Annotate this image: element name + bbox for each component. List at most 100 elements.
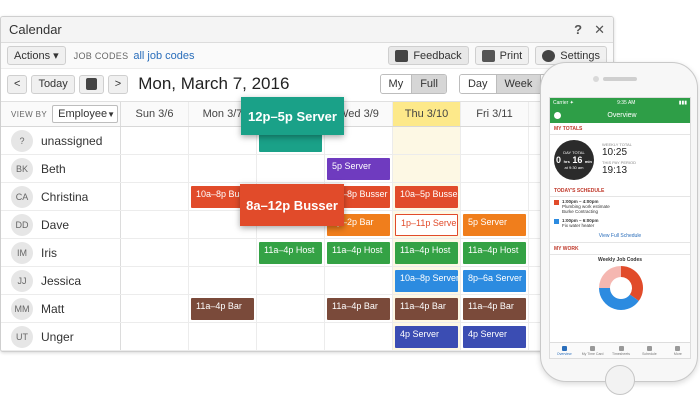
schedule-item[interactable]: 1:00pm – 6:00pm Fix water heater	[550, 216, 690, 230]
shift-block[interactable]: 11a–4p Host	[395, 242, 458, 264]
close-button[interactable]: ✕	[594, 22, 605, 38]
schedule-list: 1:00pm – 4:00pm Plumbing work estimate Bur…	[550, 197, 690, 230]
schedule-cell[interactable]	[121, 155, 189, 182]
dragged-shift-busser[interactable]: 8a–12p Busser	[240, 184, 344, 226]
schedule-item[interactable]: 1:00pm – 4:00pm Plumbing work estimate Bur…	[550, 197, 690, 216]
job-codes-chart	[550, 263, 690, 325]
schedule-cell[interactable]	[121, 295, 189, 322]
schedule-cell[interactable]: 11a–4p Bar	[189, 295, 257, 322]
schedule-cell[interactable]: 11a–4p Bar	[325, 295, 393, 322]
next-button[interactable]: >	[107, 74, 129, 94]
schedule-cell[interactable]: 1p–11p Server	[393, 211, 461, 238]
shift-block[interactable]: 11a–4p Host	[327, 242, 390, 264]
view-by-label: VIEW BY	[11, 109, 48, 119]
shift-block[interactable]: 4p Server	[395, 326, 458, 348]
shift-block[interactable]: 11a–4p Bar	[191, 298, 254, 320]
tab-overview[interactable]: Overview	[550, 343, 578, 358]
shift-block[interactable]: 4p Server	[463, 326, 526, 348]
schedule-cell[interactable]	[461, 155, 529, 182]
schedule-cell[interactable]	[189, 239, 257, 266]
schedule-cell[interactable]: 10a–8p Server	[393, 267, 461, 294]
schedule-cell[interactable]	[257, 155, 325, 182]
actions-dropdown[interactable]: Actions ▾	[7, 46, 66, 65]
print-button[interactable]: Print	[474, 46, 530, 65]
day-header[interactable]: Thu 3/10	[393, 102, 461, 126]
schedule-cell[interactable]: 11a–4p Host	[325, 239, 393, 266]
shift-block[interactable]: 10a–5p Busser	[395, 186, 458, 208]
job-codes-link[interactable]: all job codes	[133, 50, 194, 62]
shift-block[interactable]: 11a–4p Host	[463, 242, 526, 264]
schedule-cell[interactable]	[121, 127, 189, 154]
shift-block[interactable]: 1p–11p Server	[395, 214, 458, 236]
shift-block[interactable]: 11a–4p Host	[259, 242, 322, 264]
schedule-cell[interactable]: 11a–4p Bar	[393, 295, 461, 322]
employee-name: Jessica	[41, 273, 82, 288]
schedule-cell[interactable]	[461, 127, 529, 154]
my-work-title: MY WORK	[550, 243, 690, 255]
scope-full[interactable]: Full	[412, 75, 446, 93]
shift-block[interactable]: 11a–4p Bar	[463, 298, 526, 320]
avatar: BK	[11, 157, 33, 180]
schedule-cell[interactable]: 10a–5p Busser	[393, 183, 461, 210]
schedule-cell[interactable]	[189, 155, 257, 182]
view-by-select[interactable]: Employee ▼	[52, 105, 119, 123]
view-week[interactable]: Week	[496, 75, 542, 93]
feedback-button[interactable]: Feedback	[388, 46, 469, 65]
schedule-cell[interactable]	[257, 295, 325, 322]
schedule-cell[interactable]: 11a–4p Host	[461, 239, 529, 266]
schedule-cell[interactable]	[121, 267, 189, 294]
prev-button[interactable]: <	[7, 74, 28, 94]
schedule-cell[interactable]	[325, 267, 393, 294]
day-total-clock: DAY TOTAL 0 hrs 16 min at 9:30 am	[554, 140, 594, 180]
employee-name: Unger	[41, 329, 74, 344]
schedule-cell[interactable]: 8p–6a Server	[461, 267, 529, 294]
tab-more[interactable]: More	[664, 343, 690, 358]
schedule-cell[interactable]	[393, 155, 461, 182]
schedule-cell[interactable]	[257, 267, 325, 294]
today-button[interactable]: Today	[31, 74, 75, 94]
schedule-cell[interactable]	[393, 127, 461, 154]
tab-my-time-card[interactable]: My Time Card	[578, 343, 606, 358]
pay-period-value: 19:13	[602, 165, 628, 176]
shift-block[interactable]: 5p Server	[463, 214, 526, 236]
schedule-cell[interactable]	[189, 323, 257, 350]
shift-block[interactable]: 11a–4p Bar	[327, 298, 390, 320]
day-header[interactable]: Fri 3/11	[461, 102, 529, 126]
shift-block[interactable]: 11a–4p Bar	[395, 298, 458, 320]
home-button[interactable]	[605, 365, 635, 395]
schedule-cell[interactable]: 11a–4p Bar	[461, 295, 529, 322]
window-titlebar: Calendar ? ✕	[1, 17, 613, 43]
shift-block[interactable]: 8p–6a Server	[463, 270, 526, 292]
job-color-swatch	[554, 219, 559, 224]
schedule-cell[interactable]	[121, 211, 189, 238]
day-header[interactable]: Sun 3/6	[121, 102, 189, 126]
scope-my[interactable]: My	[380, 75, 413, 93]
shift-block[interactable]: 5p Server	[327, 158, 390, 180]
view-day[interactable]: Day	[459, 75, 497, 93]
schedule-cell[interactable]	[325, 323, 393, 350]
schedule-cell[interactable]: 5p Server	[461, 211, 529, 238]
schedule-cell[interactable]	[121, 239, 189, 266]
schedule-cell[interactable]	[257, 323, 325, 350]
schedule-cell[interactable]: 4p Server	[393, 323, 461, 350]
help-button[interactable]: ?	[574, 22, 582, 37]
schedule-cell[interactable]	[461, 183, 529, 210]
window-title: Calendar	[9, 22, 62, 37]
dragged-shift-server[interactable]: 12p–5p Server	[241, 97, 344, 135]
schedule-cell[interactable]: 5p Server	[325, 155, 393, 182]
gear-icon	[542, 49, 556, 62]
tab-timesheets[interactable]: Timesheets	[607, 343, 635, 358]
feedback-label: Feedback	[413, 49, 462, 62]
tab-schedule[interactable]: Schedule	[635, 343, 663, 358]
gear-icon[interactable]	[554, 111, 561, 119]
calendar-picker-button[interactable]	[78, 74, 104, 94]
schedule-cell[interactable]: 11a–4p Host	[393, 239, 461, 266]
view-full-schedule-link[interactable]: View Full Schedule	[550, 230, 690, 243]
schedule-cell[interactable]	[121, 323, 189, 350]
schedule-cell[interactable]	[121, 183, 189, 210]
schedule-cell[interactable]: 4p Server	[461, 323, 529, 350]
schedule-cell[interactable]: 11a–4p Host	[257, 239, 325, 266]
avatar: JJ	[11, 269, 33, 292]
shift-block[interactable]: 10a–8p Server	[395, 270, 458, 292]
schedule-cell[interactable]	[189, 267, 257, 294]
